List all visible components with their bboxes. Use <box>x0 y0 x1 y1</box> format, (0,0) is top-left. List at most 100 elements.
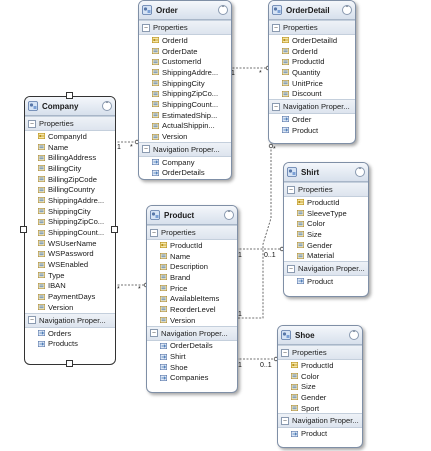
entity-order[interactable]: Order ⌃ – Properties OrderId OrderDate Custome… <box>138 0 232 180</box>
property-item[interactable]: ProductId <box>269 56 355 67</box>
property-item[interactable]: ShippingZipCo... <box>25 217 115 228</box>
property-item[interactable]: Quantity <box>269 67 355 78</box>
property-item[interactable]: OrderDate <box>139 46 231 57</box>
property-item[interactable]: BillingCity <box>25 163 115 174</box>
property-item[interactable]: Gender <box>278 392 362 403</box>
navigation-section-header[interactable]: – Navigation Proper... <box>284 261 368 277</box>
collapse-entity-icon[interactable]: ⌃ <box>224 210 234 220</box>
property-item[interactable]: AvailableItems <box>147 293 237 304</box>
expand-toggle-icon[interactable]: – <box>272 102 280 111</box>
property-item[interactable]: Name <box>25 142 115 153</box>
entity-orderdetail[interactable]: OrderDetail ⌃ – Properties OrderDetailId Orde… <box>268 0 356 144</box>
diagram-canvas[interactable]: 1 * 1 * * * * 1 0..1 1 1 0..1 Order ⌃ – Pro… <box>0 0 431 451</box>
properties-section-header[interactable]: – Properties <box>284 182 368 197</box>
navigation-section-header[interactable]: – Navigation Proper... <box>278 413 362 429</box>
collapse-entity-icon[interactable]: ⌃ <box>218 5 228 15</box>
property-item[interactable]: ShippingZipCo... <box>139 88 231 99</box>
properties-section-header[interactable]: – Properties <box>25 116 115 131</box>
entity-header[interactable]: Product ⌃ <box>147 206 237 225</box>
properties-section-header[interactable]: – Properties <box>269 20 355 35</box>
property-item[interactable]: EstimatedShip... <box>139 110 231 121</box>
property-item[interactable]: ProductId <box>147 240 237 251</box>
expand-toggle-icon[interactable]: – <box>150 228 158 237</box>
property-item[interactable]: WSUserName <box>25 238 115 249</box>
navigation-property-item[interactable]: Shirt <box>147 351 237 362</box>
property-item[interactable]: ShippingCount... <box>139 99 231 110</box>
property-item[interactable]: ProductId <box>278 360 362 371</box>
property-item[interactable]: OrderDetailId <box>269 35 355 46</box>
property-item[interactable]: Size <box>284 229 368 240</box>
entity-header[interactable]: Company ⌃ <box>25 97 115 116</box>
property-item[interactable]: Color <box>284 218 368 229</box>
property-item[interactable]: ProductId <box>284 197 368 208</box>
property-item[interactable]: PaymentDays <box>25 291 115 302</box>
expand-toggle-icon[interactable]: – <box>281 348 289 357</box>
navigation-property-item[interactable]: Orders <box>25 328 115 339</box>
property-item[interactable]: UnitPrice <box>269 78 355 89</box>
expand-toggle-icon[interactable]: – <box>142 23 150 32</box>
resize-handle-bottom[interactable] <box>66 360 73 367</box>
expand-toggle-icon[interactable]: – <box>150 329 158 337</box>
collapse-entity-icon[interactable]: ⌃ <box>102 101 112 111</box>
expand-toggle-icon[interactable]: – <box>28 119 36 128</box>
property-item[interactable]: ShippingCount... <box>25 227 115 238</box>
property-item[interactable]: Brand <box>147 272 237 283</box>
property-item[interactable]: Gender <box>284 240 368 251</box>
navigation-property-item[interactable]: Product <box>284 276 368 287</box>
properties-section-header[interactable]: – Properties <box>139 20 231 35</box>
property-item[interactable]: OrderId <box>269 46 355 57</box>
property-item[interactable]: Version <box>25 302 115 313</box>
property-item[interactable]: ShippingAddre... <box>25 195 115 206</box>
collapse-entity-icon[interactable]: ⌃ <box>349 330 359 340</box>
navigation-section-header[interactable]: – Navigation Proper... <box>139 141 231 157</box>
navigation-property-item[interactable]: Shoe <box>147 362 237 373</box>
property-item[interactable]: CompanyId <box>25 131 115 142</box>
resize-handle-right[interactable] <box>111 226 118 233</box>
navigation-property-item[interactable]: Product <box>269 125 355 136</box>
entity-header[interactable]: Shirt ⌃ <box>284 163 368 182</box>
navigation-property-item[interactable]: OrderDetails <box>147 341 237 352</box>
navigation-property-item[interactable]: Companies <box>147 373 237 384</box>
expand-toggle-icon[interactable]: – <box>287 264 295 273</box>
property-item[interactable]: SleeveType <box>284 208 368 219</box>
property-item[interactable]: BillingAddress <box>25 152 115 163</box>
property-item[interactable]: ShippingCity <box>25 206 115 217</box>
property-item[interactable]: BillingCountry <box>25 184 115 195</box>
property-item[interactable]: OrderId <box>139 35 231 46</box>
property-item[interactable]: ActualShippin... <box>139 121 231 132</box>
property-item[interactable]: Color <box>278 371 362 382</box>
entity-header[interactable]: OrderDetail ⌃ <box>269 1 355 20</box>
resize-handle-left[interactable] <box>20 226 27 233</box>
entity-header[interactable]: Shoe ⌃ <box>278 326 362 345</box>
property-item[interactable]: Material <box>284 250 368 261</box>
property-item[interactable]: Version <box>147 315 237 326</box>
property-item[interactable]: ReorderLevel <box>147 304 237 315</box>
expand-toggle-icon[interactable]: – <box>272 23 280 32</box>
navigation-property-item[interactable]: Order <box>269 114 355 125</box>
property-item[interactable]: Discount <box>269 88 355 99</box>
property-item[interactable]: Price <box>147 283 237 294</box>
property-item[interactable]: CustomerId <box>139 56 231 67</box>
property-item[interactable]: Type <box>25 270 115 281</box>
expand-toggle-icon[interactable]: – <box>287 185 295 194</box>
property-item[interactable]: Description <box>147 261 237 272</box>
navigation-property-item[interactable]: OrderDetails <box>139 168 231 179</box>
property-item[interactable]: BillingZipCode <box>25 174 115 185</box>
property-item[interactable]: Name <box>147 251 237 262</box>
property-item[interactable]: Version <box>139 131 231 142</box>
expand-toggle-icon[interactable]: – <box>142 145 150 154</box>
entity-product[interactable]: Product ⌃ – Properties ProductId Name Descript… <box>146 205 238 393</box>
navigation-section-header[interactable]: – Navigation Proper... <box>25 312 115 328</box>
resize-handle-top[interactable] <box>66 92 73 99</box>
entity-header[interactable]: Order ⌃ <box>139 1 231 20</box>
navigation-section-header[interactable]: – Navigation Proper... <box>147 325 237 341</box>
entity-shirt[interactable]: Shirt ⌃ – Properties ProductId SleeveType Colo… <box>283 162 369 297</box>
property-item[interactable]: ShippingAddre... <box>139 67 231 78</box>
property-item[interactable]: Size <box>278 381 362 392</box>
navigation-property-item[interactable]: Product <box>278 428 362 439</box>
entity-shoe[interactable]: Shoe ⌃ – Properties ProductId Color Size Gender… <box>277 325 363 448</box>
entity-company[interactable]: Company ⌃ – Properties CompanyId Name BillingA… <box>24 96 116 365</box>
property-item[interactable]: WSPassword <box>25 249 115 260</box>
collapse-entity-icon[interactable]: ⌃ <box>342 5 352 15</box>
property-item[interactable]: Sport <box>278 403 362 414</box>
